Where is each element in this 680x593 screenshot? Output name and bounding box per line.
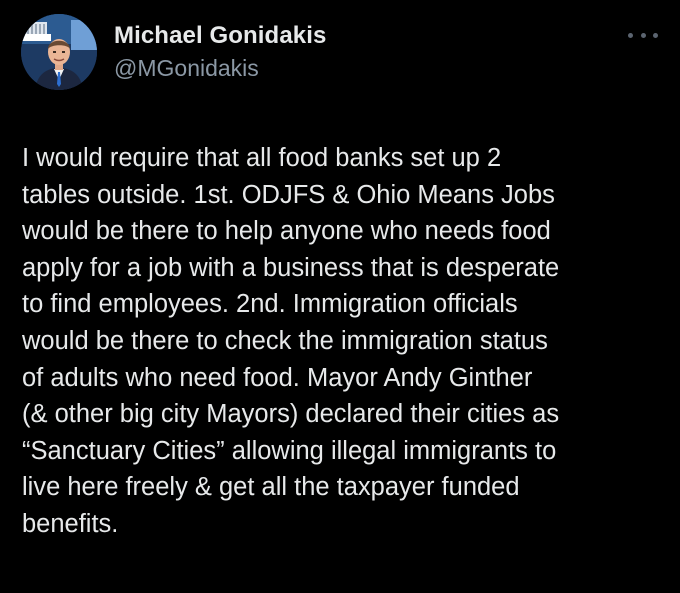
author-name[interactable]: Michael Gonidakis (114, 22, 326, 50)
more-options-button[interactable] (628, 28, 658, 42)
tweet-card: Michael Gonidakis @MGonidakis I would re… (0, 0, 680, 593)
tweet-text-line: of adults who need food. Mayor Andy Gint… (22, 363, 533, 392)
tweet-text: I would require that all food banks set … (22, 140, 667, 543)
tweet-text-line: tables outside. 1st. ODJFS & Ohio Means … (22, 180, 555, 209)
more-horizontal-icon (640, 32, 646, 38)
tweet-text-line: would be there to help anyone who needs … (22, 217, 551, 246)
more-horizontal-icon (653, 32, 658, 38)
tweet-text-line: “Sanctuary Cities” allowing illegal immi… (22, 436, 557, 465)
author-handle[interactable]: @MGonidakis (114, 55, 259, 82)
avatar-photo (21, 14, 97, 90)
avatar[interactable] (21, 14, 97, 90)
tweet-text-line: benefits. (22, 509, 119, 538)
tweet-text-line: apply for a job with a business that is … (22, 253, 560, 282)
tweet-text-line: I would require that all food banks set … (22, 144, 502, 172)
tweet-text-line: would be there to check the immigration … (22, 326, 548, 355)
tweet-text-line: (& other big city Mayors) declared their… (22, 400, 560, 429)
more-horizontal-icon (628, 32, 633, 38)
tweet-text-line: to find employees. 2nd. Immigration offi… (22, 290, 518, 319)
tweet-text-line: live here freely & get all the taxpayer … (22, 473, 520, 502)
